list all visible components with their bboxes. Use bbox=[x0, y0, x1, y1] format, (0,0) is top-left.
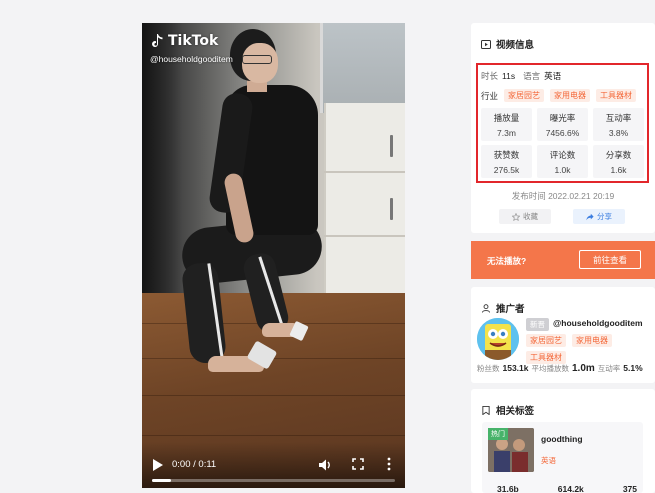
bookmark-icon bbox=[482, 405, 490, 415]
collect-label: 收藏 bbox=[523, 212, 538, 221]
promoter-title: 推广者 bbox=[496, 304, 525, 315]
video-info-title: 视频信息 bbox=[496, 40, 535, 51]
related-tags-title: 相关标签 bbox=[496, 406, 535, 417]
stat-value: 1.0k bbox=[554, 165, 571, 175]
related-tags-heading: 相关标签 bbox=[481, 403, 534, 417]
duration-language-row: 时长 11s 语言 英语 bbox=[481, 70, 561, 82]
tiktok-watermark: TikTok bbox=[150, 33, 218, 49]
language-value: 英语 bbox=[544, 71, 562, 81]
banner-text: 无法播放? bbox=[487, 256, 527, 266]
industry-tag[interactable]: 家居园艺 bbox=[504, 89, 545, 102]
time-display: 0:00 / 0:11 bbox=[172, 459, 217, 470]
stat-label: 获赞数 bbox=[493, 150, 520, 160]
duration-value: 11s bbox=[502, 71, 516, 81]
watermark-handle: @householdgooditem bbox=[150, 54, 233, 64]
stat-label: 曝光率 bbox=[549, 113, 576, 123]
video-frame bbox=[142, 23, 405, 488]
volume-icon[interactable] bbox=[318, 458, 332, 472]
hot-badge: 热门 bbox=[488, 428, 508, 440]
avg-play-value: 1.0m bbox=[572, 363, 595, 374]
video-icon bbox=[481, 39, 491, 49]
collect-button[interactable]: 收藏 bbox=[499, 209, 551, 224]
tiktok-brand-text: TikTok bbox=[168, 33, 219, 49]
fans-value: 153.1k bbox=[502, 363, 529, 373]
tiktok-note-icon bbox=[152, 34, 163, 48]
stat-label: 分享数 bbox=[605, 150, 632, 160]
cabinet-handle bbox=[390, 198, 393, 220]
industry-row: 行业 家居园艺 家用电器 工具器材 bbox=[481, 89, 637, 102]
go-view-button[interactable]: 前往查看 bbox=[579, 250, 641, 269]
stat-label: 评论数 bbox=[549, 150, 576, 160]
promoter-tag[interactable]: 家用电器 bbox=[572, 334, 612, 347]
floor-plank bbox=[142, 435, 405, 436]
background-window bbox=[320, 23, 405, 113]
stat-exposure: 曝光率 7456.6% bbox=[537, 108, 588, 141]
industry-tag[interactable]: 工具器材 bbox=[596, 89, 637, 102]
cabinet-line bbox=[324, 235, 405, 237]
tag-language: 英语 bbox=[541, 456, 556, 465]
share-icon bbox=[586, 213, 594, 220]
promoter-tags: 家居园艺 家用电器 工具器材 bbox=[526, 334, 651, 364]
cabinet-line bbox=[324, 171, 405, 173]
video-player[interactable]: TikTok @householdgooditem 0:00 / 0:11 bbox=[142, 23, 405, 488]
language-label: 语言 bbox=[523, 71, 541, 81]
tag-stat: 31.6b bbox=[497, 484, 519, 493]
interact-value: 5.1% bbox=[623, 363, 643, 373]
progress-fill bbox=[152, 479, 172, 482]
duration-label: 时长 bbox=[481, 71, 499, 81]
more-options-icon[interactable] bbox=[386, 456, 392, 472]
industry-tag[interactable]: 家用电器 bbox=[550, 89, 591, 102]
user-icon bbox=[481, 303, 491, 313]
interact-label: 互动率 bbox=[597, 364, 621, 373]
stat-label: 互动率 bbox=[605, 113, 632, 123]
stat-value: 276.5k bbox=[493, 165, 520, 175]
play-icon[interactable] bbox=[152, 458, 164, 472]
video-stats-grid: 播放量 7.3m 曝光率 7456.6% 互动率 3.8% 获赞数 276.5k… bbox=[481, 108, 644, 178]
background-shadow bbox=[142, 23, 182, 323]
floor-plank bbox=[142, 395, 405, 396]
cabinet-handle bbox=[390, 135, 393, 157]
stat-comments: 评论数 1.0k bbox=[537, 145, 588, 178]
sponge-avatar-icon bbox=[477, 318, 519, 360]
fans-label: 粉丝数 bbox=[477, 364, 500, 373]
stat-value: 7.3m bbox=[497, 128, 516, 138]
avg-play-label: 平均播放数 bbox=[531, 364, 570, 373]
stat-interaction: 互动率 3.8% bbox=[593, 108, 644, 141]
stat-label: 播放量 bbox=[493, 113, 520, 123]
stat-plays: 播放量 7.3m bbox=[481, 108, 532, 141]
tag-stat: 375 bbox=[622, 484, 637, 493]
share-label: 分享 bbox=[597, 212, 612, 221]
stat-likes: 获赞数 276.5k bbox=[481, 145, 532, 178]
tag-stat: 614.2k bbox=[557, 484, 584, 493]
progress-bar[interactable] bbox=[152, 479, 395, 482]
video-info-heading: 视频信息 bbox=[481, 37, 534, 51]
share-button[interactable]: 分享 bbox=[573, 209, 625, 224]
promoter-name[interactable]: @householdgooditem bbox=[553, 318, 643, 328]
fullscreen-icon[interactable] bbox=[352, 458, 364, 470]
tag-stats: 31.6b 614.2k 375 bbox=[497, 484, 637, 493]
cannot-play-banner: 无法播放? 前往查看 bbox=[471, 241, 655, 279]
industry-label: 行业 bbox=[481, 90, 499, 101]
star-icon bbox=[512, 212, 520, 221]
stat-value: 7456.6% bbox=[545, 128, 580, 138]
promoter-avatar[interactable] bbox=[477, 318, 519, 360]
tag-name[interactable]: goodthing bbox=[541, 434, 583, 444]
promoter-badge: 新晋 bbox=[526, 318, 549, 331]
publish-time: 发布时间 2022.02.21 20:19 bbox=[511, 191, 615, 201]
player-controls: 0:00 / 0:11 bbox=[142, 442, 405, 488]
promoter-tag[interactable]: 家居园艺 bbox=[526, 334, 566, 347]
promoter-heading: 推广者 bbox=[481, 301, 525, 315]
stat-value: 1.6k bbox=[610, 165, 627, 175]
promoter-stats: 粉丝数 153.1k 平均播放数 1.0m 互动率 5.1% bbox=[477, 363, 643, 374]
stat-shares: 分享数 1.6k bbox=[593, 145, 644, 178]
person-glasses bbox=[242, 55, 272, 64]
stat-value: 3.8% bbox=[608, 128, 629, 138]
action-buttons: 收藏 分享 bbox=[499, 209, 625, 224]
